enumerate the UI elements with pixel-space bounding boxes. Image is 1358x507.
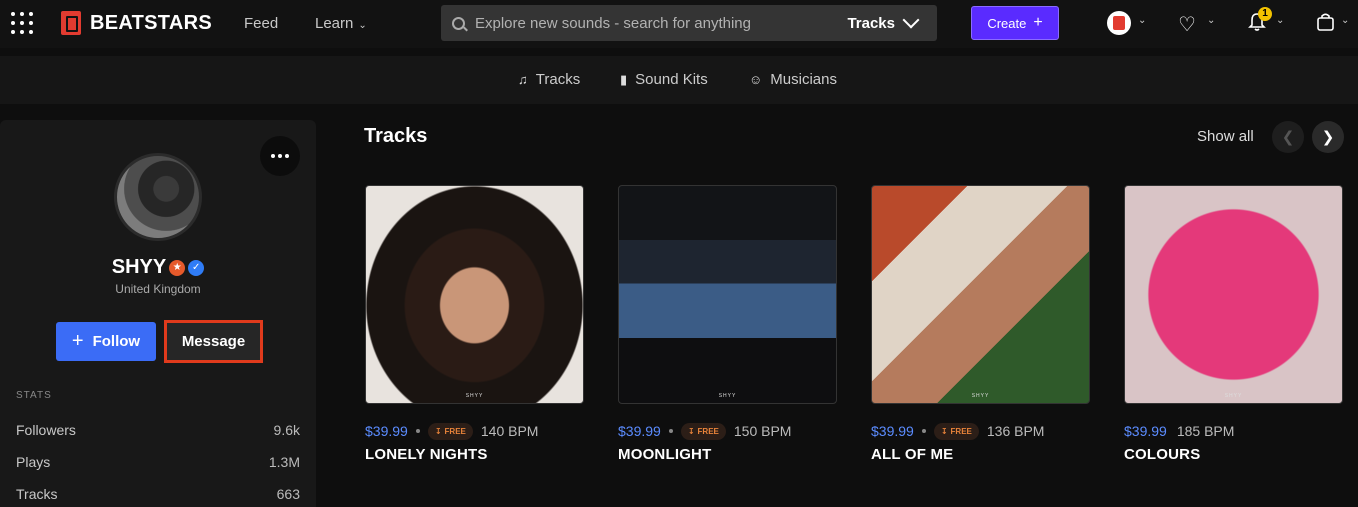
top-navbar: BEATSTARS Feed Learn⌄ Tracks Create+ ⌄ ♡… (0, 0, 1358, 48)
search-input[interactable] (475, 14, 848, 32)
carousel-prev-button[interactable]: ❮ (1272, 121, 1304, 153)
music-note-icon: ♫ (518, 72, 528, 87)
create-button[interactable]: Create + (971, 6, 1059, 40)
account-avatar[interactable] (1107, 11, 1131, 35)
search-scope-dropdown[interactable]: Tracks (847, 15, 895, 32)
subnav-musicians[interactable]: ☺ Musicians (749, 71, 837, 88)
track-title[interactable]: COLOURS (1124, 446, 1343, 463)
track-bpm: 140 BPM (480, 423, 539, 439)
category-nav: ♫ Tracks ▮​ Sound Kits ☺ Musicians (0, 56, 1358, 104)
plus-icon: + (1033, 14, 1043, 31)
profile-avatar (114, 153, 202, 241)
track-price[interactable]: $39.99 (1124, 423, 1167, 439)
stat-followers: Followers 9.6k (16, 422, 300, 438)
cart-bag-icon[interactable] (1316, 12, 1335, 32)
track-card[interactable]: SHYY $39.99 ↧ FREE 140 BPM LONELY NIGHTS (365, 185, 584, 463)
waveform-icon: ▮​ (620, 71, 628, 87)
chevron-down-icon[interactable] (902, 11, 920, 29)
download-icon: ↧ (940, 426, 948, 436)
nav-learn[interactable]: Learn ⌄ (315, 15, 367, 32)
track-cover-image[interactable]: SHYY (618, 185, 837, 404)
chevron-left-icon: ❮ (1281, 129, 1295, 146)
tracks-heading: Tracks (364, 125, 428, 147)
track-price[interactable]: $39.99 (871, 423, 914, 439)
stats-heading: STATS (16, 390, 52, 401)
download-icon: ↧ (434, 426, 442, 436)
download-icon: ↧ (687, 426, 695, 436)
star-badge-icon: ★ (169, 259, 186, 276)
track-bpm: 136 BPM (986, 423, 1045, 439)
verified-icon: ✓ (188, 259, 205, 276)
track-title[interactable]: LONELY NIGHTS (365, 446, 584, 463)
notification-badge: 1 (1258, 7, 1272, 21)
plus-icon: + (71, 330, 84, 352)
track-price[interactable]: $39.99 (365, 423, 408, 439)
profile-sidebar: SHYY ★ ✓ United Kingdom + Follow Message … (0, 120, 316, 507)
nav-feed[interactable]: Feed (244, 15, 278, 32)
free-download-badge[interactable]: ↧ FREE (680, 422, 726, 440)
track-card[interactable]: SHYY $39.99 ↧ FREE 150 BPM MOONLIGHT (618, 185, 837, 463)
logo-text: BEATSTARS (90, 11, 212, 34)
track-card[interactable]: SHYY $39.99 ↧ FREE 136 BPM ALL OF ME (871, 185, 1090, 463)
track-cover-image[interactable]: SHYY (871, 185, 1090, 404)
message-button[interactable]: Message (164, 320, 263, 363)
track-cover-image[interactable]: SHYY (365, 185, 584, 404)
chevron-right-icon: ❯ (1321, 129, 1335, 146)
chevron-down-icon: ⌄ (358, 20, 367, 31)
chevron-down-icon[interactable]: ⌄ (1341, 15, 1349, 26)
brand-icon (1113, 16, 1125, 30)
profile-location: United Kingdom (115, 282, 201, 296)
apps-grid-icon[interactable] (11, 12, 33, 34)
track-price[interactable]: $39.99 (618, 423, 661, 439)
beatstars-logo[interactable]: BEATSTARS (61, 11, 212, 35)
stat-tracks: Tracks 663 (16, 486, 300, 502)
beatstars-logo-icon (61, 11, 81, 35)
show-all-link[interactable]: Show all (1197, 128, 1254, 145)
chevron-down-icon[interactable]: ⌄ (1276, 15, 1284, 26)
subnav-tracks[interactable]: ♫ Tracks (518, 71, 580, 88)
follow-button[interactable]: + Follow (56, 322, 156, 361)
track-bpm: 150 BPM (733, 423, 792, 439)
carousel-next-button[interactable]: ❯ (1312, 121, 1344, 153)
search-icon (452, 16, 465, 30)
track-title[interactable]: ALL OF ME (871, 446, 1090, 463)
free-download-badge[interactable]: ↧ FREE (427, 422, 473, 440)
subnav-sound-kits[interactable]: ▮​ Sound Kits (620, 71, 708, 88)
user-icon: ☺ (749, 72, 763, 87)
heart-icon[interactable]: ♡ (1178, 12, 1196, 37)
track-card[interactable]: SHYY $39.99 185 BPM COLOURS (1124, 185, 1343, 463)
stat-plays: Plays 1.3M (16, 454, 300, 470)
free-download-badge[interactable]: ↧ FREE (933, 422, 979, 440)
track-bpm: 185 BPM (1176, 423, 1235, 439)
more-options-button[interactable] (260, 136, 300, 176)
chevron-down-icon[interactable]: ⌄ (1207, 15, 1215, 26)
track-title[interactable]: MOONLIGHT (618, 446, 837, 463)
chevron-down-icon[interactable]: ⌄ (1138, 15, 1146, 26)
search-bar: Tracks (441, 5, 937, 41)
track-cover-image[interactable]: SHYY (1124, 185, 1343, 404)
profile-name: SHYY ★ ✓ (0, 256, 316, 279)
